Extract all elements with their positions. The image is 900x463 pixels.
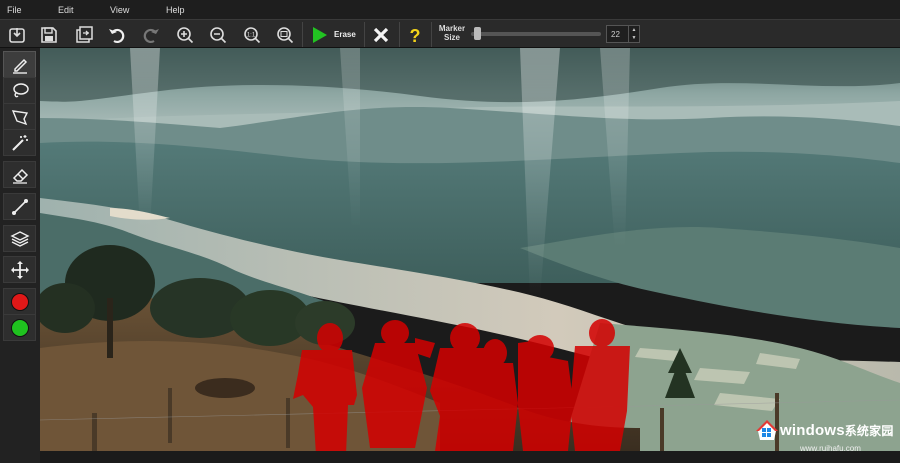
zoom-fit-icon bbox=[277, 26, 294, 43]
background-color-button[interactable] bbox=[3, 314, 36, 341]
redo-button[interactable] bbox=[138, 22, 164, 47]
zoom-in-button[interactable] bbox=[172, 22, 198, 47]
menu-file[interactable]: File bbox=[7, 5, 22, 15]
toolbar-divider bbox=[399, 22, 400, 47]
move-icon bbox=[10, 260, 29, 279]
import-icon bbox=[9, 27, 25, 43]
marker-size-spinbox[interactable]: 22 ▲ ▼ bbox=[606, 25, 640, 43]
magic-wand-tool[interactable] bbox=[3, 129, 36, 156]
menu-view[interactable]: View bbox=[110, 5, 129, 15]
polygon-lasso-tool[interactable] bbox=[3, 103, 36, 130]
zoom-actual-icon: 1:1 bbox=[244, 26, 261, 43]
watermark-url: www.ruihafu.com bbox=[800, 444, 861, 453]
zoom-fit-button[interactable] bbox=[272, 22, 298, 47]
layers-tool[interactable] bbox=[3, 225, 36, 252]
brush-tool[interactable] bbox=[3, 51, 36, 78]
foreground-color-button[interactable] bbox=[3, 288, 36, 315]
toolbar: 1:1 Erase ? Marker Size 22 ▲ ▼ bbox=[0, 19, 900, 48]
watermark-suffix: 系统家园 bbox=[844, 424, 894, 438]
marker-label-line1: Marker bbox=[438, 24, 466, 33]
erase-label: Erase bbox=[334, 30, 356, 39]
import-button[interactable] bbox=[4, 22, 30, 47]
spin-down-icon[interactable]: ▼ bbox=[629, 34, 639, 42]
watermark: windows系统家园 www.ruihafu.com bbox=[756, 418, 896, 458]
export-icon bbox=[76, 25, 93, 43]
windows-logo-icon bbox=[756, 420, 778, 440]
marker-size-value[interactable]: 22 bbox=[611, 30, 620, 39]
brush-icon bbox=[12, 58, 27, 74]
close-icon bbox=[373, 27, 389, 42]
tool-panel bbox=[0, 48, 40, 463]
erase-button[interactable]: Erase bbox=[306, 22, 362, 47]
zoom-actual-button[interactable]: 1:1 bbox=[239, 22, 265, 47]
spin-up-icon[interactable]: ▲ bbox=[629, 26, 639, 34]
image-canvas[interactable] bbox=[40, 48, 900, 451]
undo-icon bbox=[109, 28, 125, 43]
cancel-button[interactable] bbox=[368, 22, 394, 47]
svg-text:1:1: 1:1 bbox=[247, 32, 256, 38]
menu-help[interactable]: Help bbox=[166, 5, 185, 15]
slider-handle[interactable] bbox=[474, 27, 482, 40]
move-tool[interactable] bbox=[3, 256, 36, 283]
lasso-tool[interactable] bbox=[3, 77, 36, 104]
green-color-swatch bbox=[10, 318, 29, 337]
eraser-icon bbox=[12, 168, 28, 184]
lasso-icon bbox=[12, 82, 29, 97]
zoom-in-icon bbox=[177, 26, 194, 43]
play-icon bbox=[313, 26, 327, 43]
polygon-lasso-icon bbox=[11, 109, 28, 125]
red-color-swatch bbox=[10, 292, 29, 311]
help-button[interactable]: ? bbox=[402, 22, 428, 47]
save-button[interactable] bbox=[36, 22, 62, 47]
line-icon bbox=[11, 198, 28, 215]
marker-label-line2: Size bbox=[443, 33, 460, 42]
toolbar-divider bbox=[364, 22, 365, 47]
undo-button[interactable] bbox=[104, 22, 130, 47]
watermark-brand: windows系统家园 bbox=[780, 422, 894, 439]
spin-arrows[interactable]: ▲ ▼ bbox=[628, 26, 639, 42]
watermark-brand-text: windows bbox=[780, 422, 845, 439]
menu-bar: File Edit View Help bbox=[0, 0, 900, 19]
landscape-photo bbox=[40, 48, 900, 451]
question-icon: ? bbox=[410, 26, 421, 45]
export-button[interactable] bbox=[71, 22, 97, 47]
redo-icon bbox=[143, 28, 159, 43]
line-tool[interactable] bbox=[3, 193, 36, 220]
zoom-out-button[interactable] bbox=[205, 22, 231, 47]
menu-edit[interactable]: Edit bbox=[58, 5, 74, 15]
marker-size-slider[interactable] bbox=[471, 27, 601, 40]
toolbar-divider bbox=[302, 22, 303, 47]
svg-text:?: ? bbox=[410, 26, 421, 45]
magic-wand-icon bbox=[11, 134, 28, 151]
layers-icon bbox=[9, 230, 30, 247]
marker-size-label: Marker Size bbox=[434, 24, 470, 42]
save-icon bbox=[41, 26, 57, 43]
zoom-out-icon bbox=[210, 26, 227, 43]
toolbar-divider bbox=[431, 22, 432, 47]
eraser-tool[interactable] bbox=[3, 161, 36, 188]
